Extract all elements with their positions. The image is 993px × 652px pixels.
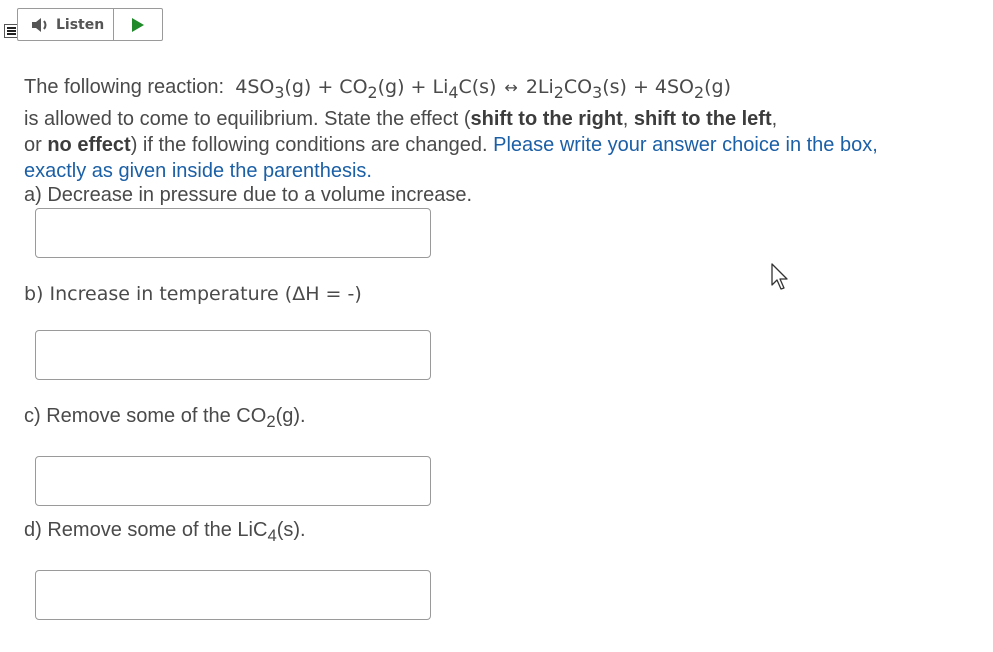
question-text: The following reaction: 4SO3(g) + CO2(g)… — [24, 74, 924, 184]
listen-label: Listen — [56, 16, 105, 33]
reaction-equation: 4SO3(g) + CO2(g) + Li4C(s) ↔ 2Li2CO3(s) + … — [235, 76, 731, 102]
part-d-label: d) Remove some of the LiC4(s). — [24, 519, 306, 545]
play-icon — [132, 17, 145, 32]
part-c-label: c) Remove some of the CO2(g). — [24, 405, 306, 431]
part-a-label: a) Decrease in pressure due to a volume … — [24, 184, 473, 206]
equilibrium-arrow: ↔ — [504, 78, 518, 97]
listen-toolbar: Listen — [17, 8, 163, 41]
part-b-label: b) Increase in temperature (ΔH = -) — [24, 283, 362, 305]
answer-c-input[interactable] — [35, 456, 431, 506]
answer-b-input[interactable] — [35, 330, 431, 380]
reaction-line: The following reaction: 4SO3(g) + CO2(g)… — [24, 76, 731, 102]
speaker-icon — [32, 17, 47, 32]
answer-a-input[interactable] — [35, 208, 431, 258]
mouse-pointer-icon — [771, 263, 788, 290]
answer-d-input[interactable] — [35, 570, 431, 620]
play-button[interactable] — [114, 9, 162, 40]
listen-button[interactable]: Listen — [18, 9, 115, 40]
instructions: is allowed to come to equilibrium. State… — [24, 107, 878, 182]
menu-icon[interactable] — [4, 24, 18, 38]
